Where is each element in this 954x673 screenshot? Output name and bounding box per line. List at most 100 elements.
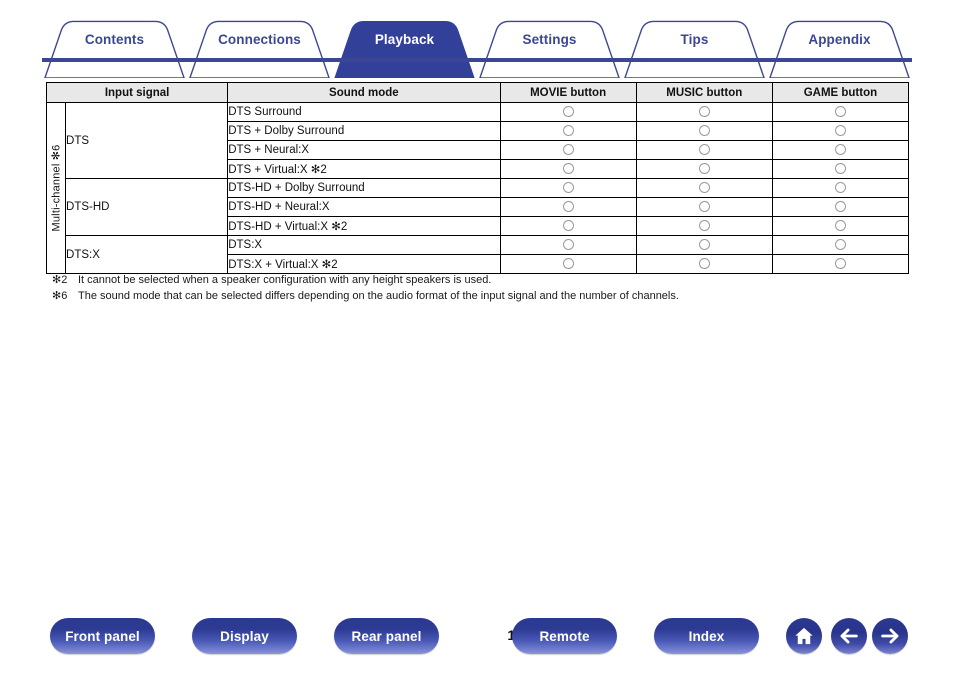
movie-support-cell: [499, 102, 637, 122]
movie-support-cell: [499, 197, 637, 217]
footnote-marker: ✻6: [52, 290, 68, 302]
arrow-left-icon[interactable]: [831, 618, 867, 654]
game-support-cell: [771, 102, 910, 122]
supported-circle-icon: [698, 105, 710, 117]
supported-circle-icon: [834, 105, 846, 117]
movie-support-cell: [499, 159, 637, 179]
supported-circle-icon: [834, 181, 846, 193]
supported-circle-icon: [698, 143, 710, 155]
supported-circle-icon: [834, 219, 846, 231]
supported-circle-icon: [562, 200, 574, 212]
sound-mode-cell: DTS + Virtual:X ✻2: [227, 159, 501, 179]
footnote: ✻2 It cannot be selected when a speaker c…: [52, 272, 912, 288]
input-format-cell: DTS:X: [65, 235, 229, 274]
tab-list: Contents Connections Playback Settings Tips A…: [42, 20, 912, 78]
music-support-cell: [635, 235, 773, 255]
input-format-cell: DTS: [65, 102, 229, 179]
footnote-list: ✻2 It cannot be selected when a speaker c…: [52, 272, 912, 304]
input-format-cell: DTS-HD: [65, 178, 229, 236]
supported-circle-icon: [562, 219, 574, 231]
footnote-text: The sound mode that can be selected diff…: [78, 290, 679, 302]
tab-underline: [42, 58, 912, 62]
supported-circle-icon: [562, 238, 574, 250]
game-support-cell: [771, 140, 910, 160]
arrow-right-icon[interactable]: [872, 618, 908, 654]
supported-circle-icon: [834, 200, 846, 212]
supported-circle-icon: [698, 162, 710, 174]
column-header-movie-button: MOVIE button: [499, 82, 637, 103]
column-header-input-signal: Input signal: [45, 82, 229, 103]
sound-mode-cell: DTS Surround: [227, 102, 501, 122]
supported-circle-icon: [698, 219, 710, 231]
footnote-text: It cannot be selected when a speaker con…: [78, 274, 492, 286]
movie-support-cell: [499, 121, 637, 141]
supported-circle-icon: [562, 124, 574, 136]
tab-tips[interactable]: Tips: [622, 20, 767, 78]
movie-support-cell: [499, 178, 637, 198]
supported-circle-icon: [834, 238, 846, 250]
nav-button-remote[interactable]: Remote: [512, 618, 617, 654]
home-icon[interactable]: [786, 618, 822, 654]
supported-circle-icon: [562, 181, 574, 193]
music-support-cell: [635, 178, 773, 198]
table-row: DTS-HD DTS-HD + Dolby Surround: [47, 178, 910, 236]
supported-circle-icon: [562, 257, 574, 269]
supported-circle-icon: [834, 143, 846, 155]
tab-appendix[interactable]: Appendix: [767, 20, 912, 78]
tab-contents[interactable]: Contents: [42, 20, 187, 78]
top-tab-bar: Contents Connections Playback Settings Tips A…: [42, 20, 912, 78]
tab-shape: [622, 20, 767, 78]
music-support-cell: [635, 216, 773, 236]
column-header-music-button: MUSIC button: [635, 82, 773, 103]
sound-mode-cell: DTS-HD + Dolby Surround: [227, 178, 501, 198]
tab-settings[interactable]: Settings: [477, 20, 622, 78]
tab-shape: [767, 20, 912, 78]
nav-button-rear-panel[interactable]: Rear panel: [334, 618, 439, 654]
column-header-sound-mode: Sound mode: [227, 82, 501, 103]
music-support-cell: [635, 197, 773, 217]
footnote: ✻6 The sound mode that can be selected di…: [52, 288, 912, 304]
supported-circle-icon: [562, 162, 574, 174]
sound-mode-cell: DTS-HD + Neural:X: [227, 197, 501, 217]
nav-button-front-panel[interactable]: Front panel: [50, 618, 155, 654]
tab-playback[interactable]: Playback: [332, 20, 477, 78]
movie-support-cell: [499, 140, 637, 160]
movie-support-cell: [499, 216, 637, 236]
game-support-cell: [771, 197, 910, 217]
sound-mode-cell: DTS:X + Virtual:X ✻2: [227, 254, 501, 274]
tab-label: Appendix: [808, 31, 871, 47]
table-row: Multi-channel ✻6 DTS DTS Surround: [45, 102, 910, 274]
tab-label: Contents: [84, 31, 145, 47]
nav-button-display[interactable]: Display: [192, 618, 297, 654]
movie-support-cell: [499, 235, 637, 255]
supported-circle-icon: [834, 257, 846, 269]
supported-circle-icon: [698, 238, 710, 250]
music-support-cell: [635, 121, 773, 141]
music-support-cell: [635, 102, 773, 122]
game-support-cell: [771, 178, 910, 198]
tab-shape: [332, 20, 477, 78]
sound-mode-table-container: Input signal Sound mode MOVIE button MUS…: [45, 82, 910, 274]
supported-circle-icon: [562, 105, 574, 117]
row-group-label: Multi-channel ✻6: [50, 144, 63, 232]
music-support-cell: [635, 159, 773, 179]
music-support-cell: [635, 254, 773, 274]
supported-circle-icon: [698, 200, 710, 212]
column-header-game-button: GAME button: [771, 82, 910, 103]
row-group-multichannel: Multi-channel ✻6: [45, 102, 67, 274]
supported-circle-icon: [698, 257, 710, 269]
game-support-cell: [771, 121, 910, 141]
tab-connections[interactable]: Connections: [187, 20, 332, 78]
nav-button-index[interactable]: Index: [654, 618, 759, 654]
game-support-cell: [771, 159, 910, 179]
game-support-cell: [771, 254, 910, 274]
footnote-marker: ✻2: [52, 274, 68, 286]
tab-label: Settings: [522, 31, 577, 47]
table-row: DTS:X DTS:X: [47, 235, 910, 274]
tab-label: Connections: [218, 31, 301, 47]
music-support-cell: [635, 140, 773, 160]
table-header-row: Input signal Sound mode MOVIE button MUS…: [45, 82, 910, 103]
sound-mode-table: Input signal Sound mode MOVIE button MUS…: [45, 82, 910, 274]
sound-mode-cell: DTS + Neural:X: [227, 140, 501, 160]
game-support-cell: [771, 235, 910, 255]
